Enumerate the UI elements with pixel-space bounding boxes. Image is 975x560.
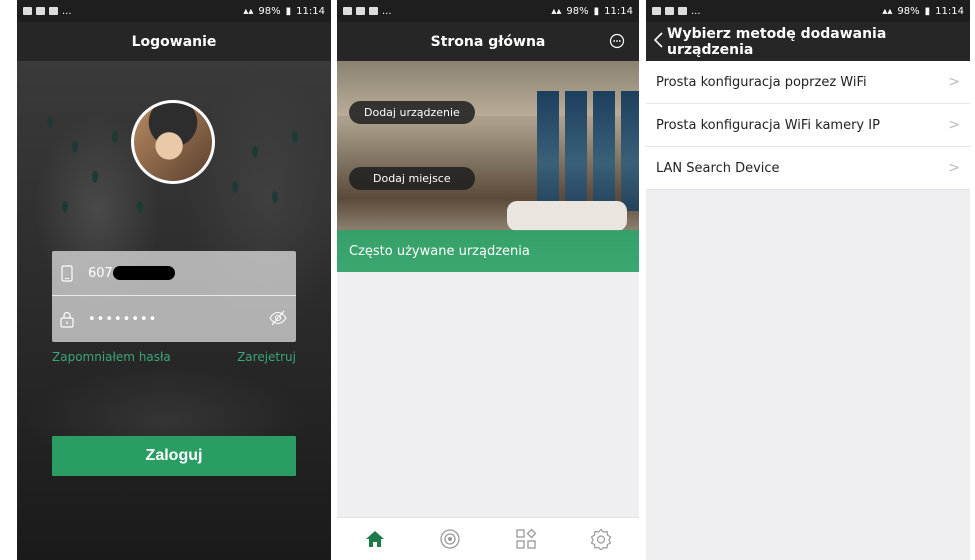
add-place-button[interactable]: Dodaj miejsce <box>349 167 475 190</box>
lock-icon <box>60 311 74 329</box>
drop <box>272 191 278 203</box>
gallery-icon <box>652 7 661 15</box>
login-form: 607 •••••••• <box>52 251 296 342</box>
window <box>621 91 639 211</box>
drop <box>252 146 258 158</box>
drop <box>137 201 143 213</box>
list-item-label: Prosta konfiguracja WiFi kamery IP <box>656 117 880 133</box>
link-row: Zapomniałem hasła Zarejetruj <box>52 350 296 364</box>
forgot-password-link[interactable]: Zapomniałem hasła <box>52 350 171 364</box>
title-bar: Wybierz metodę dodawania urządzenia <box>646 22 970 61</box>
drop <box>62 201 68 213</box>
chat-icon[interactable] <box>609 33 625 53</box>
drop <box>112 131 118 143</box>
phone-field[interactable]: 607 <box>52 251 296 296</box>
app-icon <box>36 7 45 15</box>
app-icon <box>343 7 352 15</box>
drop <box>292 131 298 143</box>
more-notifications-icon: ... <box>382 5 392 17</box>
clock: 11:14 <box>935 5 964 17</box>
status-bar: ... ▴▴ 98% ▮ 11:14 <box>17 0 331 22</box>
drop <box>47 116 53 128</box>
drop <box>72 141 78 153</box>
phone-value: 607 <box>88 265 113 281</box>
drop <box>232 181 238 193</box>
message-icon <box>49 7 58 15</box>
chevron-right-icon: > <box>948 117 960 133</box>
page-title: Wybierz metodę dodawania urządzenia <box>667 25 887 58</box>
battery-icon: ▮ <box>924 5 931 17</box>
home-screen: ... ▴▴ 98% ▮ 11:14 Strona główna Dodaj urzą… <box>337 0 639 560</box>
signal-icon: ▴▴ <box>882 5 893 17</box>
drop <box>92 171 98 183</box>
settings-icon[interactable] <box>586 524 616 554</box>
more-notifications-icon: ... <box>691 5 701 17</box>
gallery-icon <box>23 7 32 15</box>
eye-off-icon[interactable] <box>268 310 288 330</box>
battery-text: 98% <box>566 5 589 17</box>
battery-text: 98% <box>258 5 281 17</box>
message-icon <box>678 7 687 15</box>
window <box>537 91 559 211</box>
camera-icon[interactable] <box>435 524 465 554</box>
add-device-button[interactable]: Dodaj urządzenie <box>349 101 475 124</box>
battery-icon: ▮ <box>593 5 600 17</box>
clock: 11:14 <box>604 5 633 17</box>
gallery-icon <box>356 7 365 15</box>
list-item[interactable]: Prosta konfiguracja WiFi kamery IP > <box>646 104 970 147</box>
status-bar: ... ▴▴ 98% ▮ 11:14 <box>337 0 639 22</box>
phone-icon <box>60 264 74 282</box>
login-screen: ... ▴▴ 98% ▮ 11:14 Logowanie 607 •••••••• <box>17 0 331 560</box>
home-icon[interactable] <box>360 524 390 554</box>
sofa <box>507 201 627 231</box>
password-field[interactable]: •••••••• <box>52 297 296 342</box>
list-item-label: LAN Search Device <box>656 160 780 176</box>
register-link[interactable]: Zarejetruj <box>237 350 296 364</box>
apps-icon[interactable] <box>511 524 541 554</box>
avatar[interactable] <box>131 100 215 184</box>
add-device-method-screen: ... ▴▴ 98% ▮ 11:14 Wybierz metodę dodawania… <box>646 0 970 560</box>
clock: 11:14 <box>296 5 325 17</box>
page-title: Strona główna <box>337 22 639 61</box>
list-item[interactable]: LAN Search Device > <box>646 147 970 190</box>
page-title: Logowanie <box>17 22 331 61</box>
app-icon <box>665 7 674 15</box>
chevron-right-icon: > <box>948 160 960 176</box>
list-item-label: Prosta konfiguracja poprzez WiFi <box>656 74 867 90</box>
chevron-right-icon: > <box>948 74 960 90</box>
battery-icon: ▮ <box>285 5 292 17</box>
redacted-block <box>112 266 175 280</box>
window <box>565 91 587 211</box>
frequent-devices-header: Często używane urządzenia <box>337 230 639 272</box>
signal-icon: ▴▴ <box>243 5 254 17</box>
password-value: •••••••• <box>88 312 158 327</box>
login-button[interactable]: Zaloguj <box>52 436 296 476</box>
method-list: Prosta konfiguracja poprzez WiFi > Prost… <box>646 61 970 190</box>
more-notifications-icon: ... <box>62 5 72 17</box>
status-bar: ... ▴▴ 98% ▮ 11:14 <box>646 0 970 22</box>
signal-icon: ▴▴ <box>551 5 562 17</box>
bottom-nav <box>337 517 639 560</box>
window <box>593 91 615 211</box>
message-icon <box>369 7 378 15</box>
battery-text: 98% <box>897 5 920 17</box>
back-arrow-icon[interactable] <box>652 31 664 53</box>
list-item[interactable]: Prosta konfiguracja poprzez WiFi > <box>646 61 970 104</box>
